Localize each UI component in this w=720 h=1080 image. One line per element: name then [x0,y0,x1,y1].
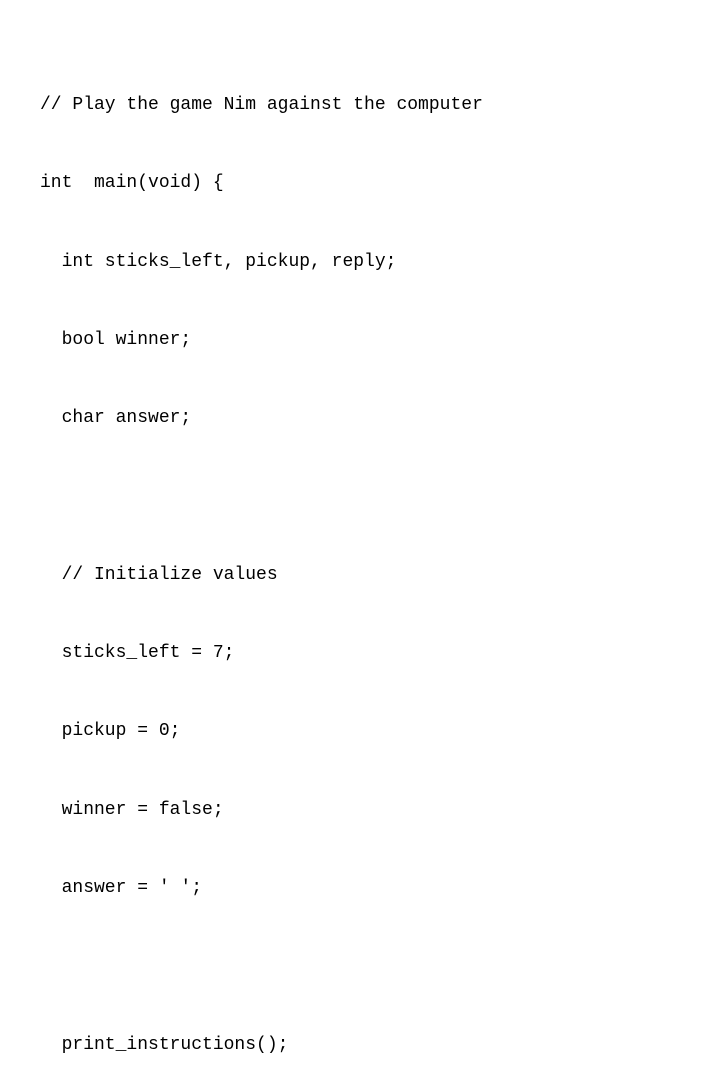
blank-line-2 [40,953,483,979]
code-line-3: int sticks_left, pickup, reply; [40,249,483,275]
code-line-5: char answer; [40,405,483,431]
code-line-11: print_instructions(); [40,1032,483,1058]
code-line-4: bool winner; [40,327,483,353]
code-line-1: // Play the game Nim against the compute… [40,92,483,118]
blank-line-1 [40,484,483,510]
code-line-2: int main(void) { [40,170,483,196]
code-line-9: winner = false; [40,797,483,823]
code-line-8: pickup = 0; [40,718,483,744]
code-block: // Play the game Nim against the compute… [0,0,523,1080]
code-line-7: sticks_left = 7; [40,640,483,666]
code-line-10: answer = ' '; [40,875,483,901]
code-line-6: // Initialize values [40,562,483,588]
